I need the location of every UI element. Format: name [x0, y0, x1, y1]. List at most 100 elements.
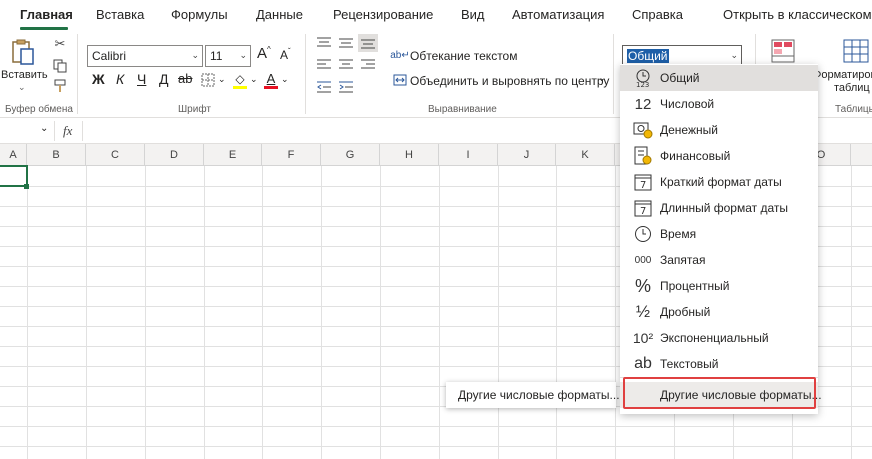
- column-header-c[interactable]: C: [86, 144, 145, 166]
- tab-open-desktop[interactable]: Открыть в классическом: [723, 7, 872, 22]
- gridline: [439, 166, 440, 459]
- format-fraction-item[interactable]: ½ Дробный: [620, 299, 818, 325]
- bold-button[interactable]: Ж: [92, 71, 105, 87]
- conditional-format-icon[interactable]: [770, 38, 796, 64]
- chevron-down-icon[interactable]: ⌄: [598, 73, 606, 84]
- format-item-label: Краткий формат даты: [660, 175, 782, 189]
- font-size-value: 11: [210, 49, 223, 63]
- format-painter-icon[interactable]: [52, 78, 68, 94]
- tab-review[interactable]: Рецензирование: [333, 7, 433, 22]
- svg-text:7: 7: [640, 180, 646, 191]
- clipboard-group-label: Буфер обмена: [5, 104, 73, 115]
- format-long-date-item[interactable]: 7 Длинный формат даты: [620, 195, 818, 221]
- format-item-label: Общий: [660, 71, 700, 85]
- italic-button[interactable]: К: [116, 71, 124, 87]
- format-general-item[interactable]: 123 Общий: [620, 65, 818, 91]
- format-as-table-button[interactable]: Форматиров: [813, 69, 872, 81]
- format-as-table-label2: таблиц: [834, 82, 870, 94]
- highlight-box: [623, 377, 816, 409]
- font-color-icon[interactable]: A: [263, 70, 279, 90]
- format-scientific-item[interactable]: 10² Экспоненциальный: [620, 325, 818, 351]
- increase-indent-icon[interactable]: [338, 80, 354, 94]
- align-top-icon[interactable]: [316, 36, 332, 50]
- format-currency-item[interactable]: Денежный: [620, 117, 818, 143]
- format-text-item[interactable]: ab Текстовый: [620, 351, 818, 377]
- divider: [54, 121, 55, 141]
- font-name-combo[interactable]: Calibri ⌄: [87, 45, 203, 67]
- chevron-down-icon[interactable]: ⌄: [250, 74, 258, 85]
- fill-color-icon[interactable]: ◇: [232, 70, 248, 90]
- format-item-label: Дробный: [660, 305, 711, 319]
- percent-icon: %: [634, 275, 651, 296]
- column-header-p[interactable]: [851, 144, 872, 166]
- clock-icon: [632, 223, 654, 245]
- format-number-item[interactable]: 12 Числовой: [620, 91, 818, 117]
- gridline: [556, 166, 557, 459]
- format-as-table-icon[interactable]: [842, 38, 870, 64]
- merge-center-icon[interactable]: [392, 72, 408, 88]
- tab-automate[interactable]: Автоматизация: [512, 7, 604, 22]
- column-header-g[interactable]: G: [321, 144, 380, 166]
- increase-font-icon[interactable]: A^: [257, 45, 271, 62]
- double-underline-button[interactable]: Д: [159, 71, 168, 87]
- copy-icon[interactable]: [52, 58, 68, 74]
- align-right-icon[interactable]: [360, 58, 376, 72]
- paste-button[interactable]: Вставить: [1, 69, 48, 81]
- tab-help[interactable]: Справка: [632, 7, 683, 22]
- gridline: [321, 166, 322, 459]
- gridline: [498, 166, 499, 459]
- column-header-d[interactable]: D: [145, 144, 204, 166]
- clock-123-icon: 123: [632, 67, 654, 89]
- chevron-down-icon: ⌄: [191, 50, 199, 60]
- column-header-f[interactable]: F: [262, 144, 321, 166]
- accounting-icon: [632, 145, 654, 167]
- column-header-e[interactable]: E: [204, 144, 262, 166]
- divider: [82, 121, 83, 141]
- gridline: [380, 166, 381, 459]
- column-header-j[interactable]: J: [498, 144, 556, 166]
- tab-insert[interactable]: Вставка: [96, 7, 144, 22]
- font-size-combo[interactable]: 11 ⌄: [205, 45, 251, 67]
- format-short-date-item[interactable]: 7 Краткий формат даты: [620, 169, 818, 195]
- decrease-indent-icon[interactable]: [316, 80, 332, 94]
- fill-handle[interactable]: [24, 184, 29, 189]
- align-bottom-icon[interactable]: [358, 34, 378, 52]
- chevron-down-icon[interactable]: ⌄: [218, 74, 226, 85]
- tab-formulas[interactable]: Формулы: [171, 7, 228, 22]
- column-header-k[interactable]: K: [556, 144, 615, 166]
- tooltip-text: Другие числовые форматы...: [458, 388, 620, 402]
- format-item-label: Запятая: [660, 253, 706, 267]
- column-header-a[interactable]: A: [0, 144, 27, 166]
- align-middle-icon[interactable]: [338, 36, 354, 50]
- wrap-text-button[interactable]: Обтекание текстом: [410, 49, 517, 63]
- merge-center-button[interactable]: Объединить и выровнять по центру: [410, 74, 609, 88]
- text-ab-icon: ab: [634, 355, 652, 372]
- cut-icon[interactable]: ✂: [52, 36, 68, 52]
- format-item-label: Экспоненциальный: [660, 331, 769, 345]
- format-time-item[interactable]: Время: [620, 221, 818, 247]
- paste-icon[interactable]: [8, 36, 38, 68]
- borders-icon[interactable]: [200, 72, 216, 88]
- tab-view[interactable]: Вид: [461, 7, 485, 22]
- gridline: [0, 426, 872, 427]
- format-percent-item[interactable]: % Процентный: [620, 273, 818, 299]
- column-header-h[interactable]: H: [380, 144, 439, 166]
- align-left-icon[interactable]: [316, 58, 332, 72]
- column-header-i[interactable]: I: [439, 144, 498, 166]
- chevron-down-icon[interactable]: ⌄: [281, 74, 289, 85]
- column-header-b[interactable]: B: [27, 144, 86, 166]
- wrap-text-icon[interactable]: ab↵: [390, 47, 410, 63]
- calendar-long-icon: 7: [632, 197, 654, 219]
- fx-icon[interactable]: fx: [63, 123, 72, 139]
- tab-data[interactable]: Данные: [256, 7, 303, 22]
- format-accounting-item[interactable]: Финансовый: [620, 143, 818, 169]
- align-center-icon[interactable]: [338, 58, 354, 72]
- strikethrough-button[interactable]: ab: [178, 71, 192, 86]
- tab-home[interactable]: Главная: [20, 7, 73, 22]
- decrease-font-icon[interactable]: Aˇ: [280, 47, 291, 62]
- format-comma-item[interactable]: 000 Запятая: [620, 247, 818, 273]
- gridline: [615, 166, 616, 459]
- underline-button[interactable]: Ч: [137, 71, 146, 87]
- name-box-chevron-icon[interactable]: ⌄: [40, 123, 48, 134]
- paste-chevron-icon[interactable]: ⌄: [18, 82, 26, 93]
